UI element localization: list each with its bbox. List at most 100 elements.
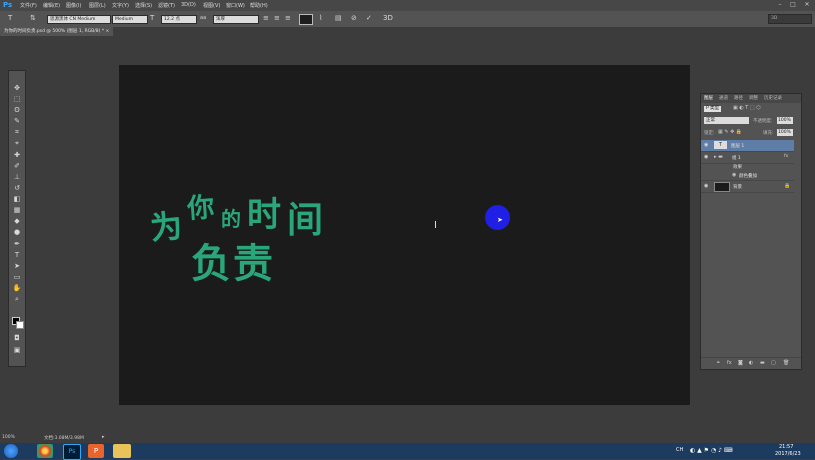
link-layers-icon[interactable]: ⚭	[716, 360, 720, 366]
document-size: 文档:3.08M/3.98M	[44, 436, 84, 441]
visibility-eye-icon[interactable]: ◉	[704, 142, 708, 148]
3d-text-icon[interactable]: 3D	[383, 14, 393, 23]
new-layer-icon[interactable]: ▢	[771, 360, 776, 366]
new-group-icon[interactable]: ▬	[760, 360, 765, 366]
presentation-app-icon[interactable]: P	[88, 444, 104, 458]
expand-arrow-icon[interactable]: ▸ ▬	[714, 154, 723, 160]
align-center-icon[interactable]: ≡	[274, 14, 280, 23]
gradient-tool-icon[interactable]: ▦	[11, 205, 23, 215]
zoom-level[interactable]: 100%	[2, 435, 15, 440]
menu-edit[interactable]: 编辑(E)	[43, 2, 60, 9]
move-tool-icon[interactable]: ✥	[11, 83, 23, 93]
path-select-icon[interactable]: ➤	[11, 261, 23, 271]
filter-icons[interactable]: ▣ ◐ T ⬚ ⬡	[733, 105, 761, 111]
pen-tool-icon[interactable]: ✒	[11, 239, 23, 249]
workspace-select[interactable]: 3D	[768, 14, 812, 24]
delete-layer-icon[interactable]: 🗑	[783, 360, 789, 366]
photoshop-app-icon[interactable]: Ps	[63, 444, 81, 460]
font-style-select[interactable]: Medium	[112, 15, 148, 24]
type-tool-icon-2[interactable]: T	[11, 250, 23, 260]
blend-row: 正常 不透明度: 100%	[701, 116, 801, 127]
opacity-field[interactable]: 100%	[777, 117, 793, 124]
maximize-icon[interactable]: □	[788, 1, 798, 9]
type-tool-icon[interactable]: T	[8, 14, 12, 23]
canvas-char-ni: 你	[186, 192, 216, 225]
effect-eye-icon[interactable]: ◉	[732, 172, 736, 178]
fill-field[interactable]: 100%	[777, 129, 793, 136]
menu-image[interactable]: 图像(I)	[66, 2, 81, 9]
minimize-icon[interactable]: –	[775, 1, 785, 9]
tab-history[interactable]: 历史记录	[764, 95, 782, 101]
tab-layers[interactable]: 图层	[704, 95, 713, 101]
stamp-tool-icon[interactable]: ⊥	[11, 172, 23, 182]
start-button-icon[interactable]	[4, 444, 18, 458]
document-tab[interactable]: 为你的时间负责.psd @ 500% (图层 1, RGB/8) * ×	[0, 27, 114, 36]
blur-tool-icon[interactable]: ◆	[11, 216, 23, 226]
mouse-pointer-icon: ➤	[497, 216, 503, 224]
menu-view[interactable]: 视图(V)	[203, 2, 220, 9]
menu-file[interactable]: 文件(F)	[20, 2, 37, 9]
close-tab-icon[interactable]: ×	[106, 29, 110, 34]
character-panel-icon[interactable]: ▤	[335, 14, 342, 23]
visibility-eye-icon[interactable]: ◉	[704, 154, 708, 160]
tab-paths[interactable]: 路径	[734, 95, 743, 101]
file-explorer-icon[interactable]	[113, 444, 131, 458]
menu-type[interactable]: 文字(Y)	[112, 2, 129, 9]
clock-date[interactable]: 2017/6/23	[775, 451, 801, 457]
text-cursor	[435, 221, 436, 228]
clock-time[interactable]: 21:57	[779, 444, 793, 450]
add-mask-icon[interactable]: ◙	[738, 360, 743, 366]
dodge-tool-icon[interactable]: ●	[11, 227, 23, 237]
align-right-icon[interactable]: ≡	[285, 14, 291, 23]
language-indicator[interactable]: CH	[676, 447, 683, 453]
add-style-icon[interactable]: fx	[727, 360, 732, 366]
menu-layer[interactable]: 图层(L)	[89, 2, 106, 9]
quick-mask-icon[interactable]: ◘	[11, 333, 23, 343]
menu-select[interactable]: 选择(S)	[135, 2, 152, 9]
blend-mode-select[interactable]: 正常	[704, 117, 749, 124]
brush-tool-icon[interactable]: ✐	[11, 161, 23, 171]
document-canvas[interactable]: 为 你 的 时 间 负责	[119, 65, 690, 405]
crop-tool-icon[interactable]: ⌗	[11, 127, 23, 137]
zoom-tool-icon[interactable]: ⌕	[11, 294, 23, 304]
healing-tool-icon[interactable]: ✚	[11, 150, 23, 160]
photoshop-logo: Ps	[3, 1, 13, 9]
adjustment-layer-icon[interactable]: ◐	[749, 360, 753, 366]
tab-channels[interactable]: 通道	[719, 95, 728, 101]
history-brush-icon[interactable]: ↺	[11, 183, 23, 193]
status-menu-arrow-icon[interactable]: ▸	[102, 434, 105, 440]
hand-tool-icon[interactable]: ✋	[11, 283, 23, 293]
layer-filter-select[interactable]: P 类型	[704, 106, 722, 112]
layer-row-background[interactable]: ◉ 背景 🔒	[701, 181, 794, 193]
lasso-tool-icon[interactable]: ʘ	[11, 105, 23, 115]
text-color-swatch[interactable]	[299, 14, 313, 25]
tray-icons[interactable]: ◐ ▲ ⚑ ◔ ♪ ⌨	[690, 447, 733, 454]
eyedropper-tool-icon[interactable]: ⌖	[11, 138, 23, 148]
text-orientation-icon[interactable]: ⇅	[30, 14, 36, 23]
status-bar	[0, 433, 815, 443]
warp-text-icon[interactable]: ⌇	[319, 14, 322, 23]
lock-icons[interactable]: ▦ ✎ ✥ 🔒	[718, 129, 742, 135]
chrome-app-icon[interactable]	[37, 444, 53, 458]
align-left-icon[interactable]: ≡	[263, 14, 269, 23]
shape-tool-icon[interactable]: ▭	[11, 272, 23, 282]
tab-adjustments[interactable]: 调整	[749, 95, 758, 101]
screen-mode-icon[interactable]: ▣	[11, 345, 23, 355]
background-color-icon[interactable]	[16, 321, 24, 329]
commit-icon[interactable]: ✓	[366, 14, 372, 23]
layer-row-text[interactable]: ◉ T 图层 1	[701, 140, 794, 152]
cancel-icon[interactable]: ⊘	[351, 14, 357, 23]
color-overlay-row[interactable]: ◉ 颜色叠加	[701, 171, 794, 181]
eraser-tool-icon[interactable]: ◧	[11, 194, 23, 204]
font-size-field[interactable]: 12.2 点	[161, 15, 197, 24]
antialias-select[interactable]: 浑厚	[213, 15, 259, 24]
menu-filter[interactable]: 滤镜(T)	[158, 2, 175, 9]
font-family-select[interactable]: 思源黑体 CN Medium	[47, 15, 111, 24]
menu-help[interactable]: 帮助(H)	[250, 2, 268, 9]
menu-3d[interactable]: 3D(D)	[181, 2, 196, 8]
menu-window[interactable]: 窗口(W)	[226, 2, 245, 9]
visibility-eye-icon[interactable]: ◉	[704, 183, 708, 189]
close-icon[interactable]: ✕	[801, 1, 813, 9]
quick-select-tool-icon[interactable]: ✎	[11, 116, 23, 126]
marquee-tool-icon[interactable]: ⬚	[11, 94, 23, 104]
